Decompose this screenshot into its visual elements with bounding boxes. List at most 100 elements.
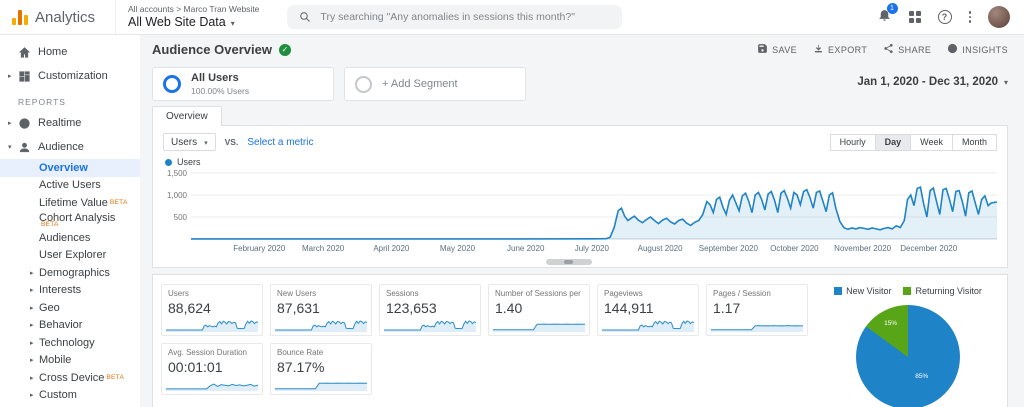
search-bar[interactable]: Try searching "Any anomalies in sessions… [287, 5, 623, 29]
sidebar-item-customization[interactable]: ▸ Customization [0, 64, 140, 88]
sparkline [493, 317, 585, 332]
sidebar-item-label: Customization [38, 70, 108, 82]
metric-value: 123,653 [386, 300, 437, 316]
chevron-icon: ▸ [30, 357, 34, 365]
sidebar-item-interests[interactable]: ▸ Interests [0, 282, 140, 300]
tab-overview[interactable]: Overview [152, 106, 222, 126]
export-button[interactable]: EXPORT [813, 43, 867, 56]
help-icon[interactable]: ? [937, 10, 952, 24]
chevron-icon: ▸ [30, 269, 34, 277]
sidebar-item-label: Geo [39, 301, 60, 314]
add-segment-button[interactable]: + Add Segment [344, 67, 526, 101]
save-button[interactable]: SAVE [757, 43, 797, 56]
sidebar-item-audience[interactable]: ▾ Audience [0, 135, 140, 159]
account-area: All accounts > Marco Tran Website All We… [116, 4, 271, 29]
chevron-icon: ▸ [8, 120, 12, 127]
granularity-buttons: Hourly Day Week Month [829, 133, 997, 151]
sparkline [166, 376, 258, 391]
sidebar-item-user-explorer[interactable]: User Explorer [0, 247, 140, 265]
metric-label: Number of Sessions per User [495, 289, 583, 298]
metric-card-users[interactable]: Users 88,624 [161, 284, 263, 336]
chevron-down-icon [1004, 76, 1008, 88]
sidebar-item-cohort-analysis[interactable]: Cohort Analysis BETA [0, 212, 140, 230]
summary-panel: Users 88,624 New Users 87,631 Sessions 123,65… [152, 274, 1008, 407]
sparkline [384, 317, 476, 332]
product-name: Analytics [35, 8, 96, 26]
sidebar-item-custom[interactable]: ▸ Custom [0, 387, 140, 405]
analytics-home-link[interactable]: Analytics [0, 0, 116, 34]
granularity-hourly[interactable]: Hourly [829, 133, 876, 151]
sidebar-item-label: Cross Device [39, 371, 105, 384]
pie-legend-label: Returning Visitor [915, 286, 982, 296]
add-segment-ring-icon [355, 75, 372, 93]
sidebar-item-behavior[interactable]: ▸ Behavior [0, 317, 140, 335]
pie-legend: New Visitor Returning Visitor [817, 286, 999, 296]
metric-value: 00:01:01 [168, 359, 223, 375]
search-icon [300, 12, 311, 22]
select-metric-link[interactable]: Select a metric [247, 137, 313, 148]
metric-card-pageviews[interactable]: Pageviews 144,911 [597, 284, 699, 336]
sidebar-item-label: Mobile [39, 354, 72, 367]
sidebar-item-home[interactable]: Home [0, 40, 140, 64]
sidebar-item-cross-device[interactable]: ▸ Cross Device BETA [0, 369, 140, 387]
sidebar-item-label: Demographics [39, 266, 110, 279]
action-label: EXPORT [828, 44, 868, 55]
avatar[interactable] [988, 6, 1010, 28]
metric-card-sessions[interactable]: Sessions 123,653 [379, 284, 481, 336]
share-icon [883, 43, 894, 56]
main-content: Audience Overview ✓ SAVE EXPORT SHARE INSIG… [140, 35, 1024, 407]
analytics-logo-icon [12, 9, 28, 25]
metric-card-pages-session[interactable]: Pages / Session 1.17 [706, 284, 808, 336]
apps-grid-button[interactable] [908, 11, 921, 23]
metric-card-number-of-sessions-per-user[interactable]: Number of Sessions per User 1.40 [488, 284, 590, 336]
metric-label: Bounce Rate [277, 348, 324, 357]
granularity-day[interactable]: Day [874, 133, 912, 151]
metric-card-avg-session-duration[interactable]: Avg. Session Duration 00:01:01 [161, 343, 263, 395]
granularity-month[interactable]: Month [951, 133, 997, 151]
more-menu-button[interactable] [968, 11, 971, 23]
chevron-icon: ▸ [30, 339, 34, 347]
legend-swatch-icon [903, 287, 912, 295]
sidebar-item-active-users[interactable]: Active Users [0, 177, 140, 195]
metric-label: Users [168, 289, 189, 298]
export-icon [813, 43, 824, 56]
sidebar-item-audiences[interactable]: Audiences [0, 229, 140, 247]
home-icon [18, 46, 38, 59]
date-range-selector[interactable]: Jan 1, 2020 - Dec 31, 2020 [857, 67, 1008, 88]
property-selector[interactable]: All Web Site Data [128, 15, 259, 30]
sidebar-item-label: Active Users [39, 179, 101, 192]
notifications-button[interactable]: 1 [877, 3, 898, 27]
visitor-pie-chart: 85% 15% [856, 305, 960, 407]
sidebar-item-mobile[interactable]: ▸ Mobile [0, 352, 140, 370]
insights-button[interactable]: INSIGHTS [947, 43, 1008, 56]
sidebar-item-overview[interactable]: Overview [0, 159, 140, 177]
chart-scroll-thumb[interactable] [545, 259, 592, 265]
page-title: Audience Overview [152, 42, 272, 57]
segment-all-users[interactable]: All Users 100.00% Users [152, 67, 334, 101]
pie-legend-returning-visitor: Returning Visitor [903, 286, 982, 296]
chevron-icon: ▸ [30, 304, 34, 312]
chart-legend: Users [153, 156, 1007, 169]
sidebar-item-technology[interactable]: ▸ Technology [0, 334, 140, 352]
metric-card-bounce-rate[interactable]: Bounce Rate 87.17% [270, 343, 372, 395]
sidebar-item-lifetime-value[interactable]: Lifetime Value BETA [0, 194, 140, 212]
y-tick-label: 500 [173, 212, 187, 222]
pie-value-label: 15% [884, 319, 898, 327]
sparkline [275, 376, 367, 391]
person-icon [18, 141, 38, 154]
sidebar-item-realtime[interactable]: ▸ Realtime [0, 111, 140, 135]
metric-card-new-users[interactable]: New Users 87,631 [270, 284, 372, 336]
granularity-week[interactable]: Week [910, 133, 953, 151]
report-actions: SAVE EXPORT SHARE INSIGHTS [757, 43, 1008, 56]
sidebar-item-geo[interactable]: ▸ Geo [0, 299, 140, 317]
metric-dropdown[interactable]: Users [163, 133, 216, 151]
x-tick-label: July 2020 [574, 244, 609, 253]
beta-badge: BETA [109, 199, 128, 207]
y-tick-label: 1,000 [166, 190, 187, 200]
share-button[interactable]: SHARE [883, 43, 931, 56]
sidebar-items: Home ▸ Customization REPORTS ▸ Realtime ▾ Audie… [0, 40, 140, 407]
sidebar-item-demographics[interactable]: ▸ Demographics [0, 264, 140, 282]
date-range-text: Jan 1, 2020 - Dec 31, 2020 [857, 76, 998, 88]
x-tick-label: September 2020 [698, 244, 758, 253]
sidebar-section-label: REPORTS [18, 97, 66, 107]
